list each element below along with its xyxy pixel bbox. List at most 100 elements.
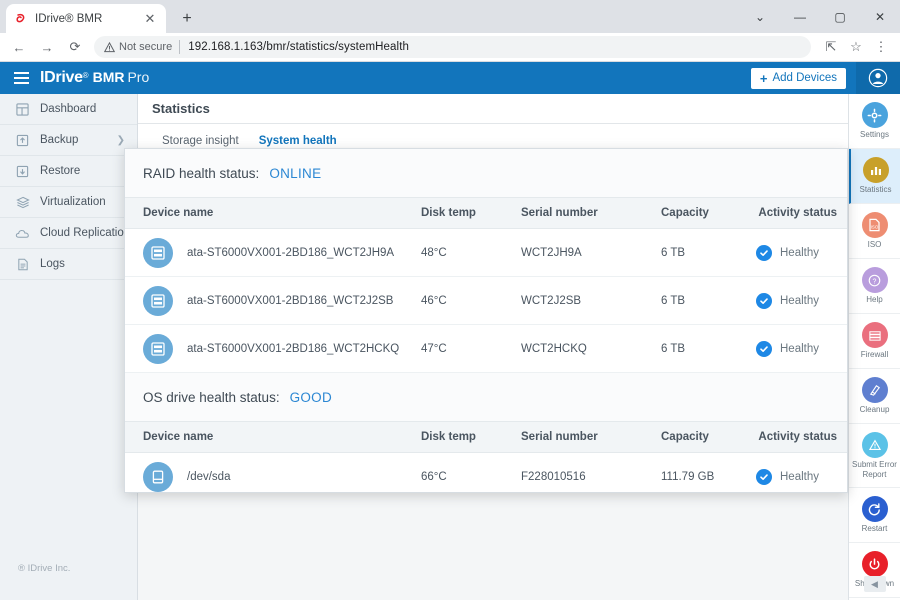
table-row[interactable]: /dev/sda 66°C F228010516 111.79 GB Healt… xyxy=(125,452,847,492)
rs-item-label: Restart xyxy=(861,524,888,534)
device-name: /dev/sda xyxy=(187,470,231,483)
dashboard-icon xyxy=(14,102,31,116)
rs-item-label: Statistics xyxy=(859,185,892,195)
security-status-label: Not secure xyxy=(119,41,173,53)
firewall-icon xyxy=(861,322,888,349)
capacity: 6 TB xyxy=(661,324,756,373)
column-header-activity-status: Activity status xyxy=(756,197,847,229)
window-maximize-button[interactable]: ▢ xyxy=(820,0,860,33)
disk-temp: 48°C xyxy=(421,228,521,277)
serial-number: WCT2JH9A xyxy=(521,228,661,277)
device-name: ata-ST6000VX001-2BD186_WCT2JH9A xyxy=(187,246,395,259)
column-header-device-name: Device name xyxy=(125,421,421,453)
capacity: 111.79 GB xyxy=(661,452,756,492)
user-avatar-icon xyxy=(868,68,888,88)
disk-temp: 46°C xyxy=(421,276,521,325)
capacity: 6 TB xyxy=(661,228,756,277)
chevron-right-icon: ❯ xyxy=(116,134,125,146)
rs-item-iso[interactable]: ISO ISO xyxy=(849,204,900,259)
tab-search-button[interactable]: ⌄ xyxy=(740,0,780,33)
activity-status: Healthy xyxy=(780,470,819,483)
sidebar-item-restore[interactable]: Restore xyxy=(0,156,137,187)
serial-number: WCT2J2SB xyxy=(521,276,661,325)
app-header: IDrive ® BMR Pro + Add Devices xyxy=(0,62,900,94)
svg-text:ISO: ISO xyxy=(871,225,879,230)
os-drive-health-status-value: GOOD xyxy=(289,389,333,405)
not-secure-warning-icon xyxy=(104,41,115,53)
browser-toolbar: ← → ⟳ Not secure 192.168.1.163/bmr/stati… xyxy=(0,33,900,62)
window-close-button[interactable]: ✕ xyxy=(860,0,900,33)
browser-tab-title: IDrive® BMR xyxy=(35,12,103,25)
serial-number: WCT2HCKQ xyxy=(521,324,661,373)
activity-status: Healthy xyxy=(780,342,819,355)
rs-item-label: Cleanup xyxy=(859,405,890,415)
table-row[interactable]: ata-ST6000VX001-2BD186_WCT2HCKQ 47°C WCT… xyxy=(125,324,847,373)
sidebar-item-backup[interactable]: Backup ❯ xyxy=(0,125,137,156)
disk-temp: 66°C xyxy=(421,452,521,492)
address-bar[interactable]: Not secure 192.168.1.163/bmr/statistics/… xyxy=(94,36,811,58)
add-devices-button[interactable]: + Add Devices xyxy=(750,67,846,89)
serial-number: F228010516 xyxy=(521,452,661,492)
column-header-capacity: Capacity xyxy=(661,421,756,453)
healthy-check-icon xyxy=(756,340,772,357)
add-devices-label: Add Devices xyxy=(772,72,837,84)
rs-item-submit-error-report[interactable]: Submit Error Report xyxy=(849,424,900,488)
rs-item-settings[interactable]: Settings xyxy=(849,94,900,149)
rs-item-label: Submit Error Report xyxy=(852,460,897,479)
window-minimize-button[interactable]: — xyxy=(780,0,820,33)
brand-registered-mark: ® xyxy=(82,71,89,80)
rs-item-restart[interactable]: Restart xyxy=(849,488,900,543)
rs-item-cleanup[interactable]: Cleanup xyxy=(849,369,900,424)
column-header-disk-temp: Disk temp xyxy=(421,421,521,453)
browser-menu-icon[interactable]: ⋮ xyxy=(870,36,892,58)
left-sidebar: Dashboard Backup ❯ Restore Virtualizatio… xyxy=(0,94,138,600)
power-icon xyxy=(861,551,888,578)
capacity: 6 TB xyxy=(661,276,756,325)
server-disk-icon xyxy=(143,237,173,268)
rs-item-firewall[interactable]: Firewall xyxy=(849,314,900,369)
new-tab-button[interactable]: + xyxy=(176,8,198,30)
raid-health-table: Device name Disk temp Serial number Capa… xyxy=(125,197,847,373)
rs-item-help[interactable]: ? Help xyxy=(849,259,900,314)
rs-item-label: ISO xyxy=(867,240,882,250)
svg-text:?: ? xyxy=(873,278,877,285)
sidebar-item-virtualization[interactable]: Virtualization xyxy=(0,187,137,218)
bookmark-star-icon[interactable]: ☆ xyxy=(845,36,867,58)
sidebar-item-label: Backup xyxy=(40,134,79,146)
table-row[interactable]: ata-ST6000VX001-2BD186_WCT2JH9A 48°C WCT… xyxy=(125,228,847,277)
os-drive-health-label: OS drive health status: xyxy=(143,389,280,405)
page-title-bar: Statistics xyxy=(138,94,848,124)
collapse-panel-button[interactable]: ◀ xyxy=(863,576,886,592)
column-header-disk-temp: Disk temp xyxy=(421,197,521,229)
tab-close-icon[interactable]: ✕ xyxy=(142,11,158,27)
disk-temp: 47°C xyxy=(421,324,521,373)
browser-tab[interactable]: IDrive® BMR ✕ xyxy=(6,4,166,33)
rs-item-label: Firewall xyxy=(860,350,889,360)
reload-icon[interactable]: ⟳ xyxy=(64,36,86,58)
sidebar-item-cloud-replication[interactable]: Cloud Replication xyxy=(0,218,137,249)
rs-item-label: Help xyxy=(866,295,883,305)
sidebar-item-logs[interactable]: Logs xyxy=(0,249,137,280)
hamburger-menu-icon[interactable] xyxy=(4,72,38,84)
ssd-icon xyxy=(143,461,173,492)
url-text: 192.168.1.163/bmr/statistics/systemHealt… xyxy=(188,41,409,53)
table-row[interactable]: ata-ST6000VX001-2BD186_WCT2J2SB 46°C WCT… xyxy=(125,276,847,325)
back-icon[interactable]: ← xyxy=(8,36,30,58)
raid-health-label: RAID health status: xyxy=(143,165,260,181)
column-header-activity-status: Activity status xyxy=(756,421,847,453)
cloud-icon xyxy=(14,228,31,239)
iso-file-icon: ISO xyxy=(861,212,888,239)
os-drive-health-table: Device name Disk temp Serial number Capa… xyxy=(125,421,847,492)
healthy-check-icon xyxy=(756,292,772,309)
rs-item-statistics[interactable]: Statistics xyxy=(849,149,900,204)
copyright-text: ® IDrive Inc. xyxy=(18,563,71,574)
app-brand: IDrive ® BMR Pro xyxy=(40,69,149,87)
forward-icon[interactable]: → xyxy=(36,36,58,58)
sidebar-item-dashboard[interactable]: Dashboard xyxy=(0,94,137,125)
brand-idrive-label: IDrive xyxy=(40,69,83,86)
share-icon[interactable]: ⇱ xyxy=(820,36,842,58)
healthy-check-icon xyxy=(756,468,772,485)
account-button[interactable] xyxy=(856,62,900,94)
idrive-favicon-icon xyxy=(14,12,28,26)
virtualization-icon xyxy=(14,196,31,209)
